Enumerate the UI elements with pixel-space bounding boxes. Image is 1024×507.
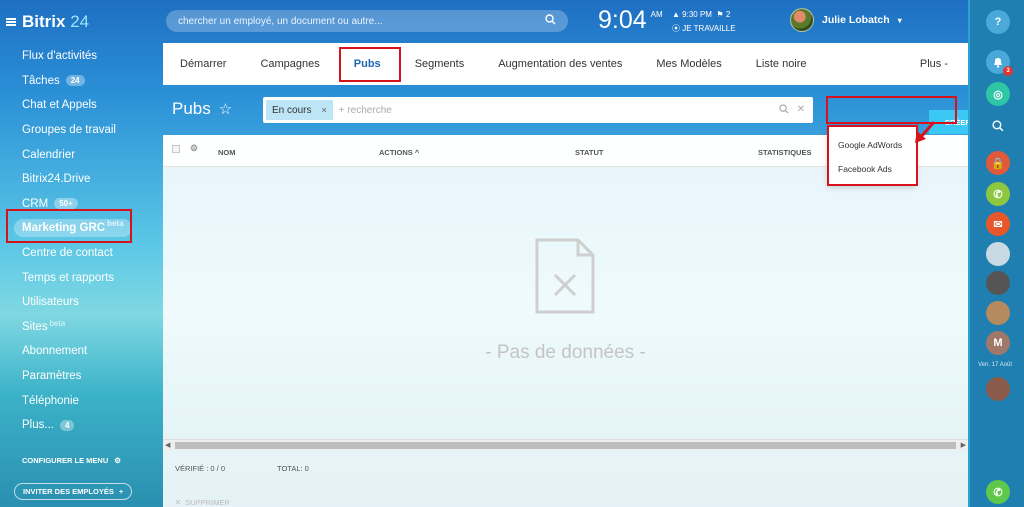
tabs-bar: Démarrer Campagnes Pubs Segments Augment…	[163, 43, 968, 85]
search-icon	[545, 14, 556, 28]
sidebar-item-taches[interactable]: Tâches 24	[0, 69, 163, 94]
sidebar-item-plus[interactable]: Plus... 4	[0, 413, 163, 438]
highlight-box-dropdown	[827, 125, 918, 186]
call-icon[interactable]: ✆	[986, 480, 1010, 504]
brand-name: Bitrix 24	[22, 12, 90, 31]
col-statistiques[interactable]: STATISTIQUES	[758, 148, 811, 157]
invite-employees-button[interactable]: INVITER DES EMPLOYÉS +	[14, 483, 133, 500]
tab-modeles[interactable]: Mes Modèles	[639, 58, 738, 70]
table-footer: VÉRIFIÉ : 0 / 0 TOTAL: 0	[175, 464, 309, 473]
sidebar-item-utilisateurs[interactable]: Utilisateurs	[0, 290, 163, 315]
highlight-box-create	[826, 96, 957, 124]
sidebar-item-flux[interactable]: Flux d'activités	[0, 44, 163, 69]
bell-icon[interactable]: 3	[986, 50, 1013, 76]
empty-state-text: - Pas de données -	[485, 342, 646, 363]
sidebar-item-sites[interactable]: Sites beta	[0, 315, 163, 340]
sidebar: Bitrix 24 Flux d'activités Tâches 24 Chat…	[0, 0, 163, 507]
sidebar-item-chat[interactable]: Chat et Appels	[0, 93, 163, 118]
sidebar-item-parametres[interactable]: Paramètres	[0, 364, 163, 389]
right-rail: ? 3 ◎ 🔒 ✆ ✉ M Ven. 17 Août ✆	[968, 0, 1024, 507]
ads-table: ⚙ NOM ACTIONS ^ STATUT STATISTIQUES - Pa…	[163, 135, 968, 507]
close-icon: ✕	[175, 498, 182, 507]
tab-liste-noire[interactable]: Liste noire	[739, 58, 824, 70]
tab-more[interactable]: Plus -	[920, 58, 968, 70]
filter-chip[interactable]: En cours ×	[266, 100, 333, 120]
contact-avatar[interactable]	[986, 242, 1010, 266]
star-icon[interactable]: ☆	[219, 100, 232, 118]
horizontal-scrollbar[interactable]: ◀ ▶	[163, 439, 968, 450]
open-channels-icon[interactable]: ◎	[986, 82, 1010, 106]
highlight-box-pubs	[339, 47, 401, 82]
tab-segments[interactable]: Segments	[398, 58, 482, 70]
sidebar-item-contact-center[interactable]: Centre de contact	[0, 241, 163, 266]
gear-icon: ⚙	[114, 456, 121, 465]
col-actions[interactable]: ACTIONS ^	[379, 148, 419, 157]
sidebar-item-temps[interactable]: Temps et rapports	[0, 265, 163, 290]
flag-icon: ⚑	[716, 10, 724, 19]
select-all-checkbox[interactable]	[172, 145, 180, 153]
tab-campagnes[interactable]: Campagnes	[243, 58, 336, 70]
tab-augmentation[interactable]: Augmentation des ventes	[481, 58, 639, 70]
rail-date: Ven. 17 Août	[978, 362, 1013, 368]
scroll-left-icon[interactable]: ◀	[165, 441, 170, 449]
contact-avatar[interactable]	[986, 271, 1010, 295]
filter-search[interactable]: En cours × + recherche ✕	[263, 97, 813, 123]
sidebar-item-abonnement[interactable]: Abonnement	[0, 339, 163, 364]
help-icon[interactable]: ?	[986, 10, 1010, 34]
chevron-down-icon: ▾	[897, 15, 902, 25]
status-icon: ⦿	[672, 24, 680, 33]
page-title: Pubs ☆	[172, 99, 233, 118]
verified-count: VÉRIFIÉ : 0 / 0	[175, 464, 226, 473]
annotation-arrow-icon	[915, 121, 936, 143]
highlight-box-marketing	[6, 209, 132, 243]
brand[interactable]: Bitrix 24	[6, 12, 89, 32]
sidebar-item-telephonie[interactable]: Téléphonie	[0, 388, 163, 413]
plus-icon: +	[118, 487, 124, 496]
sort-up-icon: ^	[414, 148, 420, 157]
search-icon[interactable]	[986, 114, 1010, 138]
col-nom[interactable]: NOM	[218, 148, 236, 157]
count-badge: 24	[65, 75, 85, 87]
count-badge: 50+	[54, 198, 78, 210]
col-statut[interactable]: STATUT	[575, 148, 603, 157]
hamburger-icon[interactable]	[6, 18, 16, 26]
contact-avatar[interactable]	[986, 377, 1010, 401]
header-info[interactable]: ▲ 9:30 PM ⚑ 2 ⦿ JE TRAVAILLE	[672, 8, 736, 36]
alarm-icon: ▲	[672, 10, 680, 19]
user-menu[interactable]: Julie Lobatch ▾	[790, 8, 902, 32]
scroll-right-icon[interactable]: ▶	[961, 441, 966, 449]
phone-icon[interactable]: ✆	[986, 182, 1010, 206]
configure-menu-button[interactable]: CONFIGURER LE MENU ⚙	[22, 456, 121, 465]
contact-avatar-letter[interactable]: M	[986, 331, 1010, 355]
contact-avatar[interactable]	[986, 301, 1010, 325]
total-count: TOTAL: 0	[277, 464, 309, 473]
tab-demarrer[interactable]: Démarrer	[163, 58, 243, 70]
sidebar-item-groupes[interactable]: Groupes de travail	[0, 118, 163, 143]
scroll-thumb[interactable]	[175, 442, 956, 449]
sidebar-item-drive[interactable]: Bitrix24.Drive	[0, 167, 163, 192]
gear-icon[interactable]: ⚙	[190, 143, 198, 154]
lock-icon[interactable]: 🔒	[986, 151, 1010, 175]
clock[interactable]: 9:04 AM	[598, 6, 663, 35]
search-input[interactable]: chercher un employé, un document ou autr…	[166, 10, 568, 32]
close-icon[interactable]: ×	[321, 105, 326, 115]
avatar	[790, 8, 814, 32]
delete-button[interactable]: ✕ SUPPRIMER	[175, 498, 230, 507]
sidebar-item-calendrier[interactable]: Calendrier	[0, 142, 163, 167]
filter-placeholder[interactable]: + recherche	[339, 105, 779, 116]
rail-divider	[968, 0, 970, 507]
search-icon[interactable]	[778, 103, 789, 117]
megaphone-icon[interactable]: ✉	[986, 212, 1010, 236]
clear-icon[interactable]: ✕	[797, 104, 805, 117]
notif-badge: 3	[1003, 66, 1013, 76]
empty-file-icon	[535, 238, 595, 314]
count-badge: 4	[59, 419, 75, 431]
